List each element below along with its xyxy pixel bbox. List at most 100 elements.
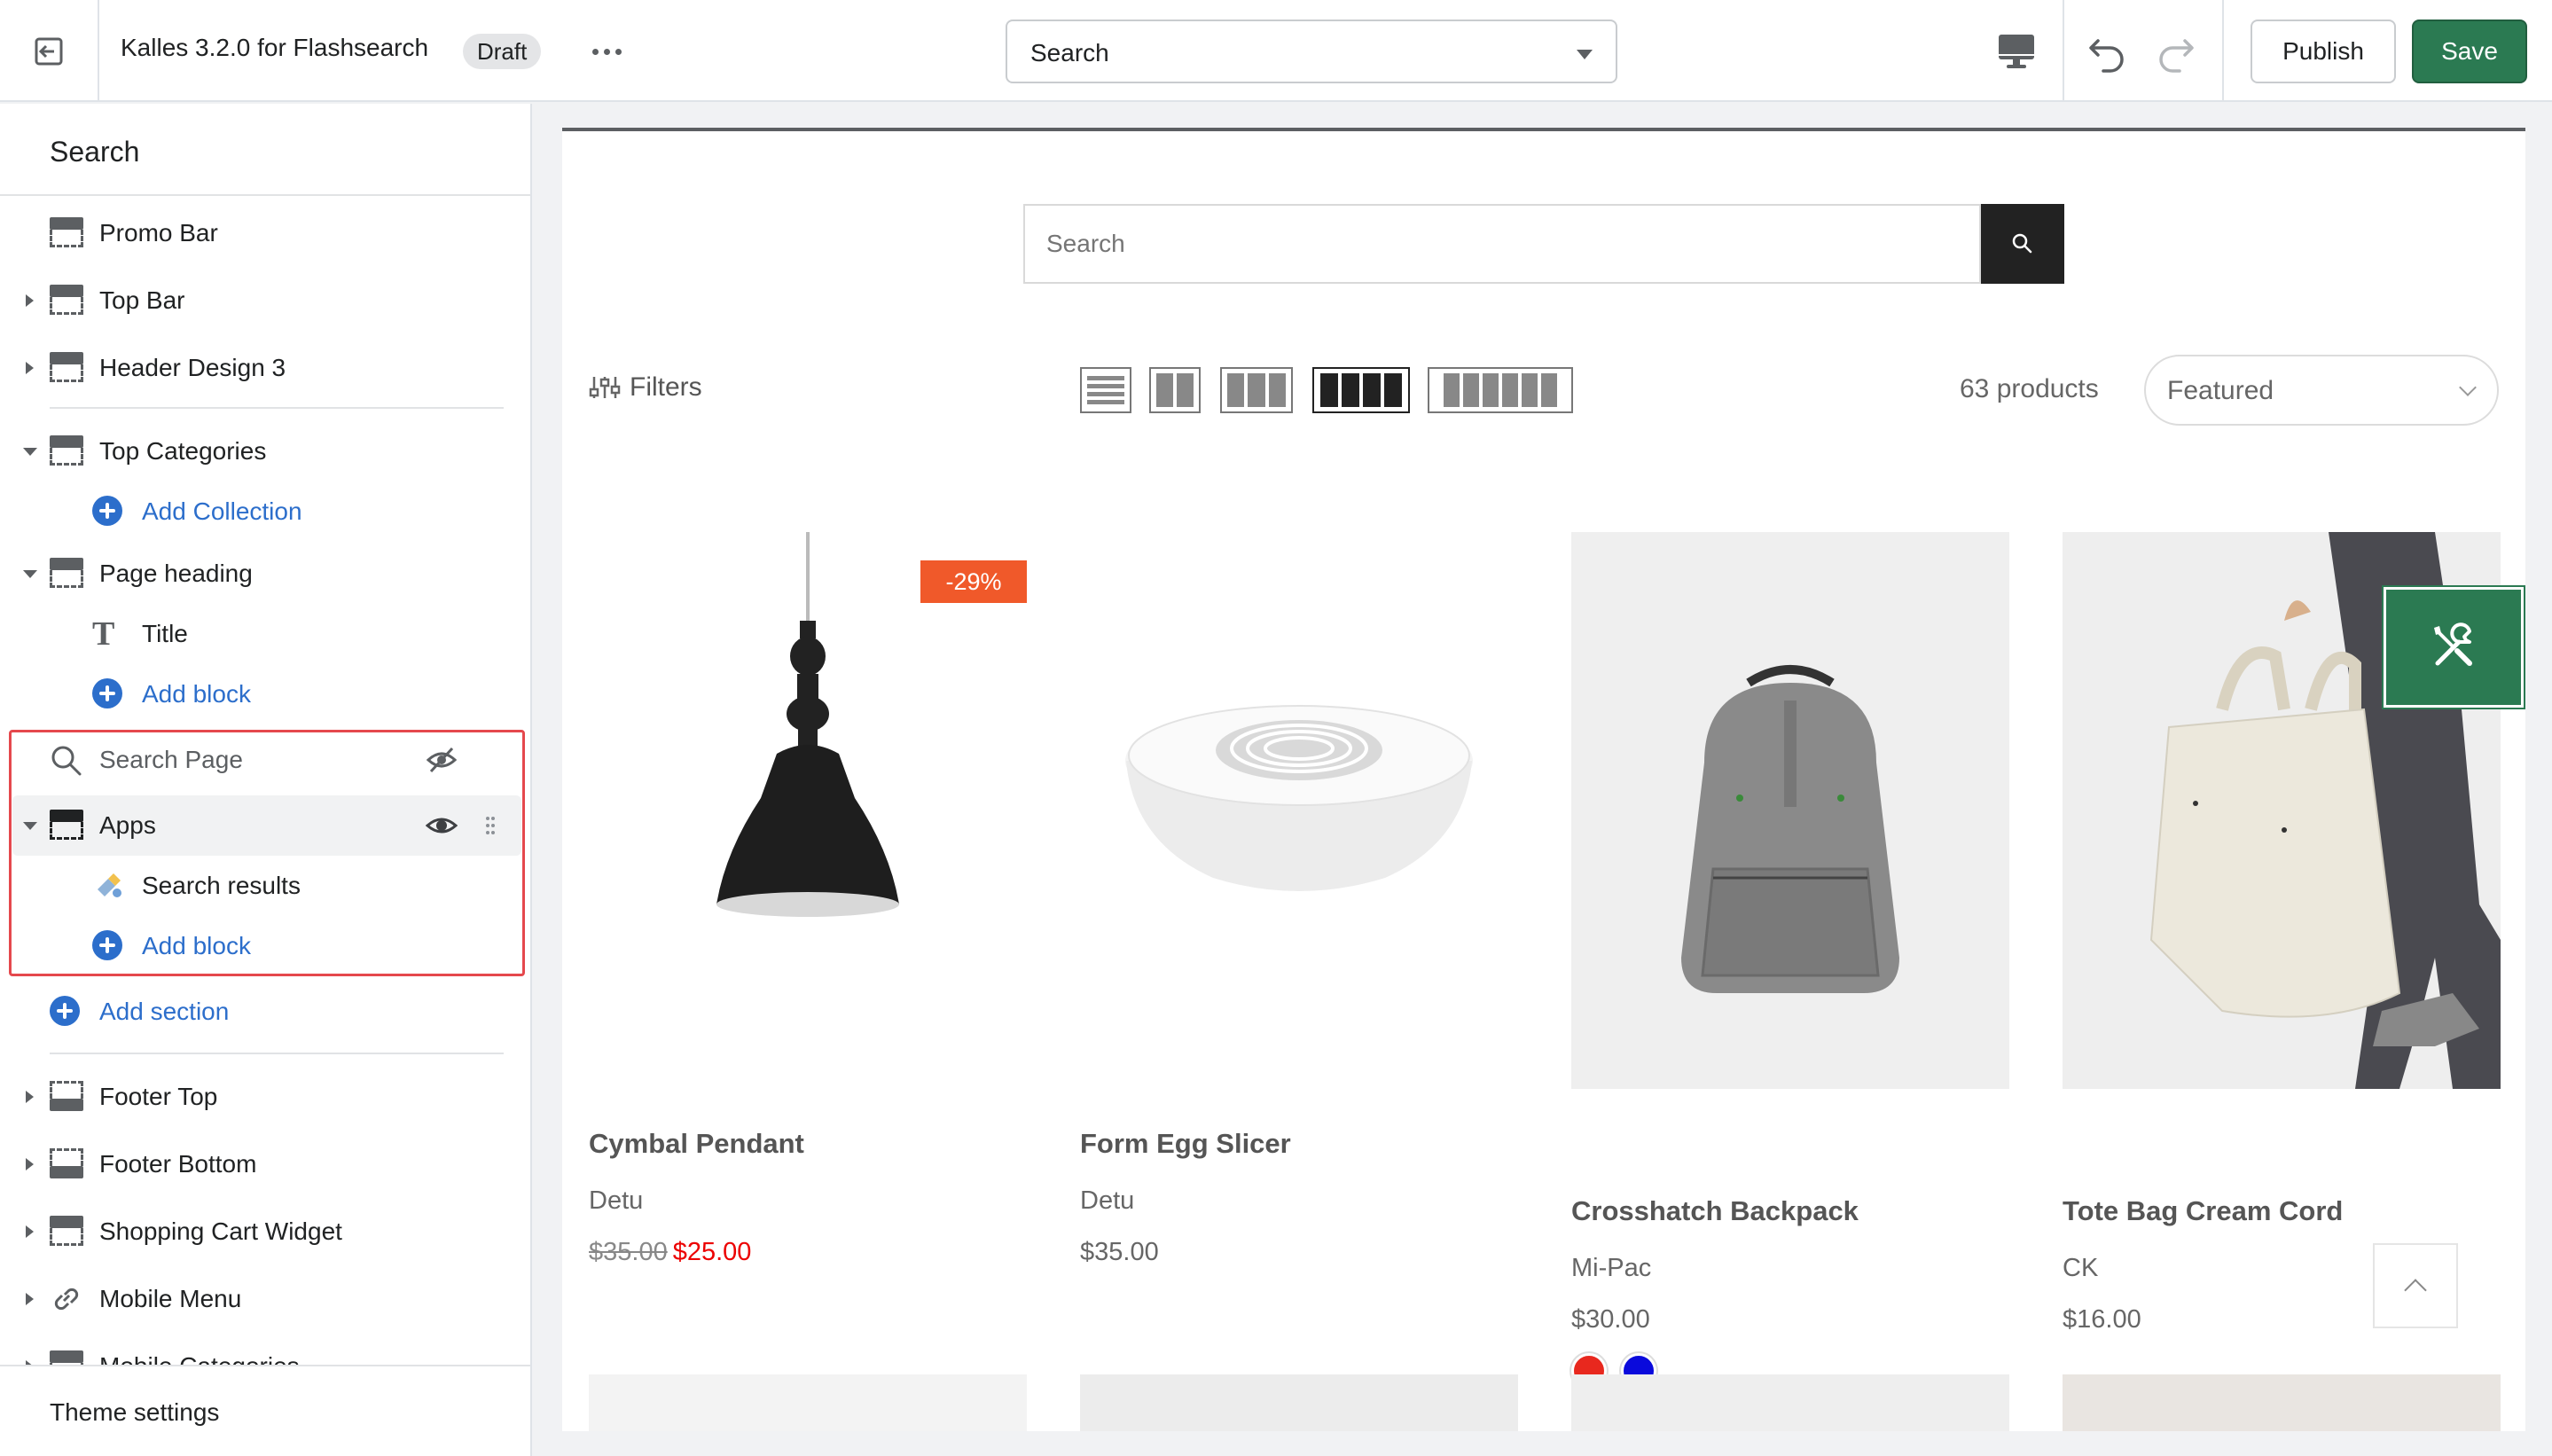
- expand-arrow-icon[interactable]: [26, 1293, 34, 1305]
- section-label: Header Design 3: [99, 354, 286, 381]
- add-block-button[interactable]: Add block: [0, 916, 530, 976]
- add-collection-button[interactable]: Add Collection: [0, 481, 530, 542]
- product-title[interactable]: Crosshatch Backpack: [1571, 1195, 1859, 1227]
- section-icon: [50, 435, 83, 467]
- publish-button[interactable]: Publish: [2251, 20, 2396, 83]
- drag-handle-icon[interactable]: [484, 815, 497, 836]
- section-label: Search Page: [99, 746, 243, 773]
- theme-title: Kalles 3.2.0 for Flashsearch: [121, 34, 429, 61]
- section-label: Footer Bottom: [99, 1150, 257, 1178]
- add-block-button[interactable]: Add block: [0, 664, 530, 724]
- chevron-up-icon: [2404, 1279, 2427, 1302]
- template-selector[interactable]: Search: [1006, 20, 1617, 83]
- list-icon: [1087, 376, 1124, 380]
- sidebar-title: Search: [50, 136, 140, 168]
- product-price: $30.00: [1571, 1305, 1650, 1334]
- expand-arrow-icon[interactable]: [26, 1225, 34, 1238]
- section-header-design[interactable]: Header Design 3: [0, 338, 530, 398]
- expand-arrow-icon[interactable]: [26, 1158, 34, 1170]
- section-page-heading[interactable]: Page heading: [0, 544, 530, 604]
- expand-arrow-icon[interactable]: [26, 1091, 34, 1103]
- product-image[interactable]: -29%: [589, 532, 1027, 1089]
- eye-hidden-icon[interactable]: [426, 746, 458, 774]
- filters-label: Filters: [630, 372, 702, 402]
- sidebar-divider: [50, 407, 504, 409]
- block-search-results[interactable]: Search results: [0, 856, 530, 916]
- filters-toggle[interactable]: Filters: [589, 372, 702, 403]
- add-section-button[interactable]: Add section: [0, 982, 530, 1042]
- section-footer-bottom[interactable]: Footer Bottom: [0, 1134, 530, 1194]
- expand-arrow-icon[interactable]: [26, 294, 34, 307]
- backpack-image: [1681, 665, 1899, 993]
- status-badge: Draft: [463, 34, 542, 69]
- sort-select[interactable]: Featured: [2144, 355, 2499, 426]
- section-shopping-cart-widget[interactable]: Shopping Cart Widget: [0, 1202, 530, 1262]
- desktop-icon[interactable]: [1995, 32, 2038, 71]
- layout-2-columns-button[interactable]: [1149, 367, 1201, 413]
- app-tools-button[interactable]: [2384, 587, 2524, 708]
- undo-icon[interactable]: [2086, 30, 2130, 73]
- product-price: $35.00 $25.00: [589, 1238, 751, 1267]
- product-title[interactable]: Cymbal Pendant: [589, 1128, 804, 1160]
- collapse-arrow-icon[interactable]: [23, 448, 37, 456]
- section-top-bar[interactable]: Top Bar: [0, 270, 530, 331]
- layout-6-columns-button[interactable]: [1428, 367, 1573, 413]
- search-input[interactable]: [1046, 206, 1933, 282]
- section-apps[interactable]: Apps: [0, 795, 530, 856]
- eye-icon[interactable]: [426, 813, 458, 838]
- exit-button[interactable]: [0, 0, 99, 102]
- section-promo-bar[interactable]: Promo Bar: [0, 203, 530, 263]
- sidebar-divider: [50, 1053, 504, 1054]
- section-label: Apps: [99, 811, 156, 839]
- redo-icon[interactable]: [2153, 30, 2197, 73]
- product-title[interactable]: Form Egg Slicer: [1080, 1128, 1291, 1160]
- exit-icon: [35, 37, 63, 65]
- layout-4-columns-button[interactable]: [1312, 367, 1410, 413]
- back-to-top-button[interactable]: [2373, 1243, 2458, 1328]
- section-mobile-menu[interactable]: Mobile Menu: [0, 1269, 530, 1329]
- compare-price: $35.00: [589, 1238, 668, 1266]
- chevron-down-icon: [2459, 379, 2477, 396]
- section-top-categories[interactable]: Top Categories: [0, 421, 530, 481]
- sale-price: $25.00: [672, 1238, 752, 1266]
- discount-badge: -29%: [920, 560, 1027, 603]
- search-icon: [2012, 233, 2032, 254]
- more-actions-button[interactable]: [587, 34, 626, 69]
- sort-value: Featured: [2167, 376, 2274, 405]
- theme-settings-button[interactable]: Theme settings: [0, 1365, 530, 1456]
- add-collection-label: Add Collection: [142, 497, 302, 525]
- product-vendor: CK: [2063, 1254, 2099, 1282]
- save-button[interactable]: Save: [2412, 20, 2527, 83]
- caret-down-icon: [1577, 50, 1593, 59]
- section-footer-top[interactable]: Footer Top: [0, 1067, 530, 1127]
- expand-arrow-icon[interactable]: [26, 362, 34, 374]
- section-icon: [50, 217, 83, 249]
- section-search-page[interactable]: Search Page: [0, 730, 530, 790]
- product-card-next-row: [2063, 1374, 2501, 1431]
- section-label: Mobile Menu: [99, 1285, 242, 1312]
- section-label: Footer Top: [99, 1083, 218, 1110]
- section-label: Top Categories: [99, 437, 267, 465]
- product-card-next-row: [1571, 1374, 2009, 1431]
- product-image[interactable]: [1571, 532, 2009, 1089]
- layout-3-columns-button[interactable]: [1220, 367, 1293, 413]
- search-submit-button[interactable]: [1981, 204, 2064, 284]
- collapse-arrow-icon[interactable]: [23, 570, 37, 578]
- block-title[interactable]: T Title: [0, 604, 530, 664]
- layout-list-button[interactable]: [1080, 367, 1131, 413]
- product-price: $35.00: [1080, 1238, 1159, 1266]
- product-title[interactable]: Tote Bag Cream Cord: [2063, 1195, 2343, 1227]
- tools-icon: [2434, 622, 2472, 666]
- search-field[interactable]: [1023, 204, 1981, 284]
- template-selector-value: Search: [1030, 39, 1109, 67]
- section-icon: [50, 352, 83, 384]
- product-image[interactable]: [1080, 532, 1518, 1089]
- grid-3-icon: [1227, 373, 1245, 407]
- product-vendor: Detu: [589, 1186, 644, 1215]
- block-label: Search results: [142, 872, 301, 899]
- section-icon: [50, 285, 83, 317]
- storefront-preview: Filters 63 products Featured: [562, 128, 2525, 1431]
- product-vendor: Mi-Pac: [1571, 1254, 1652, 1282]
- add-block-label: Add block: [142, 680, 251, 708]
- collapse-arrow-icon[interactable]: [23, 822, 37, 830]
